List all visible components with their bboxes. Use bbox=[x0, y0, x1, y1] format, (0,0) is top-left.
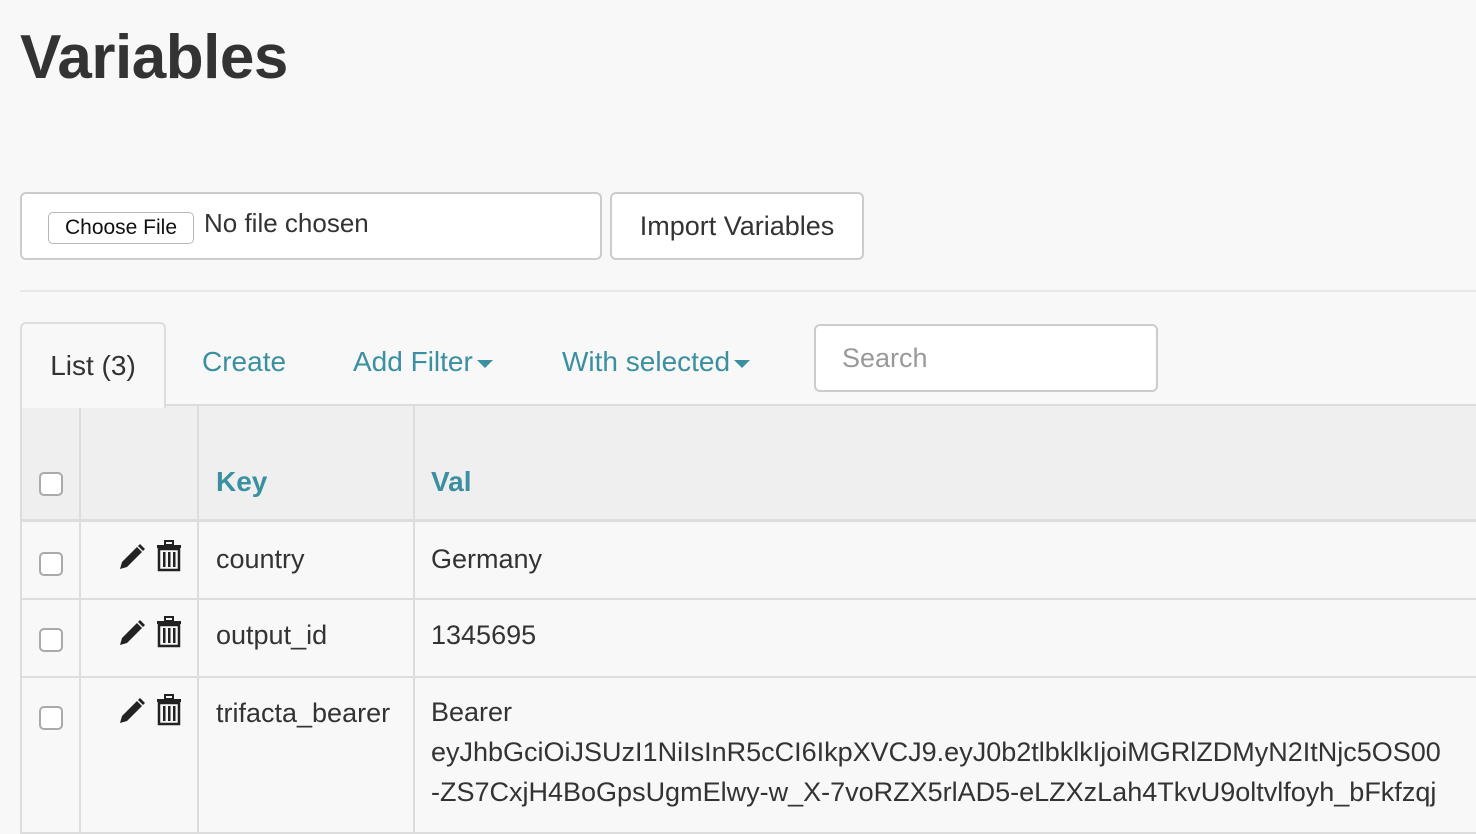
row-key: country bbox=[216, 544, 305, 574]
tab-create-label: Create bbox=[202, 346, 287, 377]
column-divider bbox=[79, 406, 81, 834]
table-header: Key Val bbox=[22, 406, 1476, 522]
pencil-icon[interactable] bbox=[116, 696, 146, 728]
divider bbox=[20, 290, 1476, 292]
trash-icon[interactable] bbox=[154, 694, 184, 726]
row-key: output_id bbox=[216, 620, 328, 650]
row-key: trifacta_bearer bbox=[216, 698, 391, 728]
row-checkbox[interactable] bbox=[39, 628, 63, 652]
column-header-key[interactable]: Key bbox=[216, 466, 267, 498]
choose-file-button[interactable]: Choose File bbox=[48, 212, 194, 244]
val-line: Bearer bbox=[431, 697, 513, 727]
variables-table: Key Val country Germany output_id 134569… bbox=[20, 406, 1476, 834]
trash-icon[interactable] bbox=[154, 616, 184, 648]
row-val: Germany bbox=[431, 544, 543, 574]
table-row: trifacta_bearer Bearer eyJhbGciOiJSUzI1N… bbox=[22, 678, 1476, 834]
select-all-checkbox[interactable] bbox=[39, 472, 63, 496]
add-filter-label: Add Filter bbox=[353, 346, 473, 377]
caret-down-icon bbox=[734, 359, 751, 368]
row-checkbox[interactable] bbox=[39, 706, 63, 730]
page-title: Variables bbox=[20, 23, 288, 92]
pencil-icon[interactable] bbox=[116, 542, 146, 574]
row-val: 1345695 bbox=[431, 620, 537, 650]
tab-list-label: List (3) bbox=[50, 350, 136, 381]
table-row: country Germany bbox=[22, 522, 1476, 600]
row-val: Bearer eyJhbGciOiJSUzI1NiIsInR5cCI6IkpXV… bbox=[431, 692, 1441, 812]
table-row: output_id 1345695 bbox=[22, 600, 1476, 678]
with-selected-label: With selected bbox=[562, 346, 731, 377]
import-variables-button[interactable]: Import Variables bbox=[610, 192, 864, 260]
pencil-icon[interactable] bbox=[116, 618, 146, 650]
column-header-val[interactable]: Val bbox=[431, 466, 471, 498]
file-status-text: No file chosen bbox=[204, 208, 369, 238]
trash-icon[interactable] bbox=[154, 540, 184, 572]
tab-list[interactable]: List (3) bbox=[20, 322, 166, 408]
val-line: -ZS7CxjH4BoGpsUgmElwy-w_X-7voRZX5rlAD5-e… bbox=[431, 777, 1437, 807]
file-input[interactable]: Choose File No file chosen bbox=[20, 192, 602, 260]
tab-create[interactable]: Create bbox=[202, 346, 286, 378]
with-selected-dropdown[interactable]: With selected bbox=[562, 346, 751, 378]
add-filter-dropdown[interactable]: Add Filter bbox=[353, 346, 493, 378]
caret-down-icon bbox=[476, 359, 493, 368]
val-line: eyJhbGciOiJSUzI1NiIsInR5cCI6IkpXVCJ9.eyJ… bbox=[431, 737, 1441, 767]
column-divider bbox=[413, 406, 415, 834]
column-divider bbox=[197, 406, 199, 834]
search-input[interactable] bbox=[814, 324, 1158, 392]
row-checkbox[interactable] bbox=[39, 552, 63, 576]
